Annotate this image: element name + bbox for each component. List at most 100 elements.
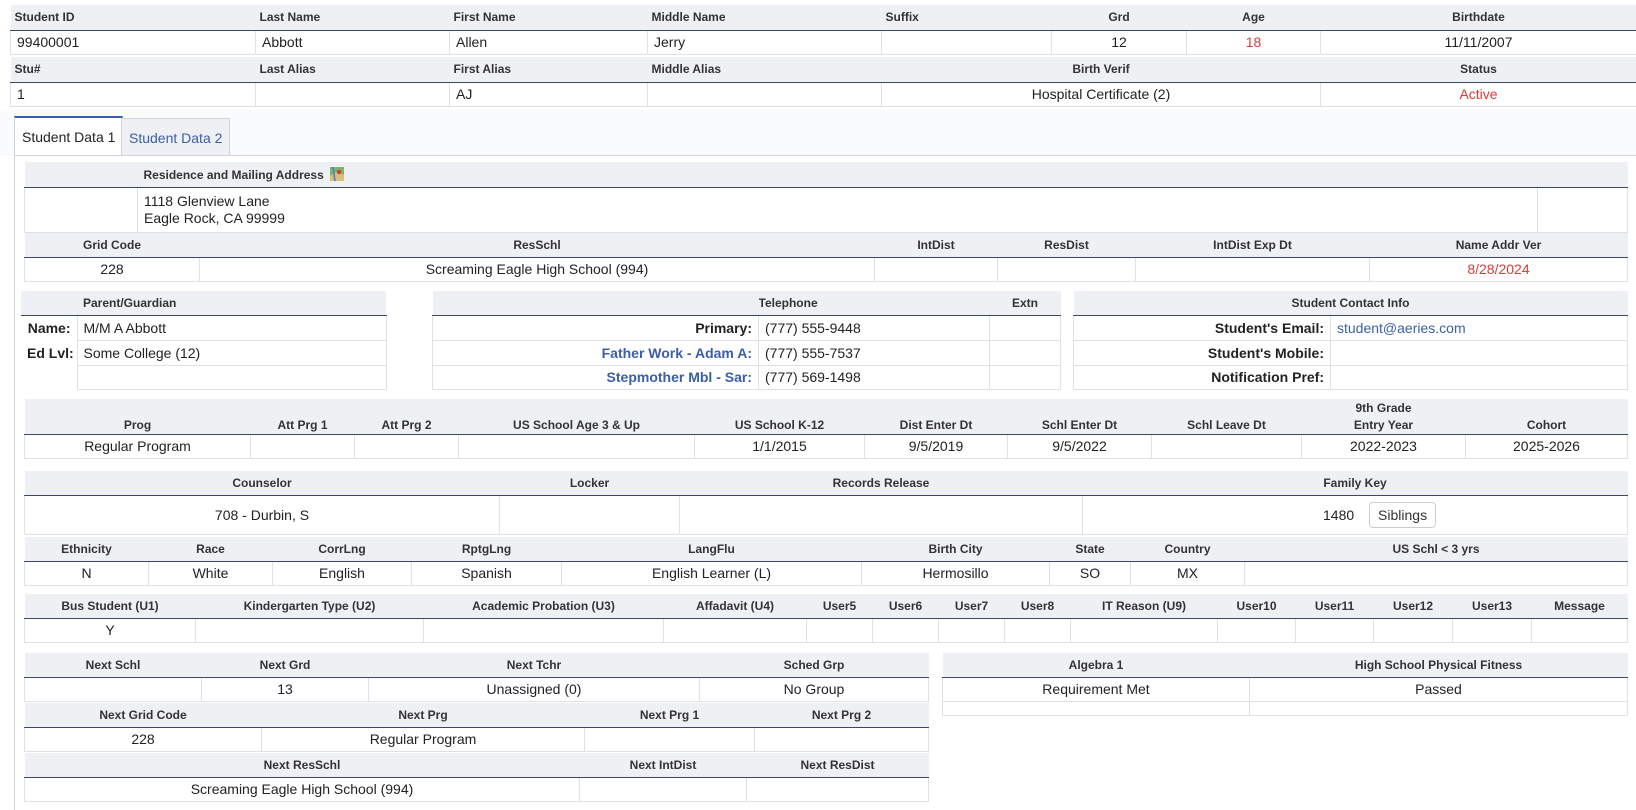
contact-table: Student Contact Info Student's Email: st… [1073,291,1629,390]
us-schl-less-3-yrs-label: US Schl < 3 yrs [1244,537,1628,562]
kindergarten-type-value [195,617,424,643]
age-value: 18 [1186,29,1321,55]
algebra-1-value: Requirement Met [942,676,1250,702]
suffix-label: Suffix [881,5,1052,31]
address-line-1: 1118 Glenview Lane [144,192,270,209]
locker-label: Locker [499,471,680,496]
us-school-k12-label: US School K-12 [694,416,865,435]
resdist-value [997,256,1136,282]
user10-value [1217,617,1296,643]
phone-father-work-number: (777) 555-7537 [758,339,990,366]
next-schl-value [24,676,202,702]
next-prg-2-value [754,726,929,752]
resschl-label: ResSchl [199,233,875,258]
it-reason-value [1070,617,1218,643]
student-alias-table: Stu# Last Alias First Alias Middle Alias… [10,57,1636,107]
address-table: Residence and Mailing Address 1118 Glenv… [24,162,1628,233]
affadavit-label: Affadavit (U4) [663,594,807,619]
student-id-label: Student ID [10,5,256,31]
next-tchr-label: Next Tchr [368,653,700,678]
mobile-value [1329,339,1629,366]
status-value: Active [1320,81,1636,107]
siblings-button[interactable]: Siblings [1369,501,1437,528]
dist-enter-dt-label: Dist Enter Dt [864,416,1008,435]
next-schl-label: Next Schl [24,653,202,678]
user5-value [806,617,873,643]
state-label: State [1049,537,1131,562]
age-label: Age [1186,5,1321,31]
map-icon[interactable] [330,166,345,181]
user11-label: User11 [1295,594,1374,619]
email-value[interactable]: student@aeries.com [1329,314,1629,341]
program-table: 9th Grade Prog Att Prg 1 Att Prg 2 US Sc… [24,399,1628,459]
bus-student-value: Y [24,617,196,643]
next-intdist-value [579,776,747,802]
entry-year-value: 2022-2023 [1301,433,1466,459]
grid-code-label: Grid Code [24,233,200,258]
next-prg-1-label: Next Prg 1 [584,703,755,728]
us-schl-less-3-yrs-value [1244,560,1628,586]
corrlng-value: English [272,560,412,586]
stu-num-label: Stu# [10,57,256,83]
user6-value [872,617,939,643]
att-prg-1-value [250,433,355,459]
last-name-value: Abbott [255,29,450,55]
next-resdist-label: Next ResDist [746,753,929,778]
tab-student-data-1[interactable]: Student Data 1 [14,116,124,156]
address-title: Residence and Mailing Address [143,167,324,182]
ninth-grade-label: 9th Grade [1301,399,1466,416]
us-school-k12-value: 1/1/2015 [694,433,865,459]
next-prg-2-label: Next Prg 2 [754,703,929,728]
parent-guardian-title: Parent/Guardian [77,291,386,316]
locker-value [499,494,680,535]
address-title-cell: Residence and Mailing Address [137,162,1538,188]
langflu-label: LangFlu [561,537,862,562]
telephone-table: Telephone Extn Primary: (777) 555-9448 F… [432,291,1061,390]
schl-leave-dt-value [1151,433,1302,459]
birth-city-label: Birth City [861,537,1050,562]
next-program-table: Next Grid Code Next Prg Next Prg 1 Next … [24,703,929,752]
phone-stepmother-label[interactable]: Stepmother Mbl - Sar: [432,364,759,390]
middle-alias-value [647,81,882,107]
ethnicity-value: N [24,560,149,586]
requirements-table: Algebra 1 High School Physical Fitness R… [942,653,1628,716]
country-label: Country [1130,537,1245,562]
grade-value: 12 [1051,29,1187,55]
user11-value [1295,617,1374,643]
message-value [1531,617,1628,643]
intdist-value [874,256,998,282]
next-prg-value: Regular Program [261,726,585,752]
academic-probation-value [423,617,664,643]
email-label: Student's Email: [1073,314,1331,341]
user12-label: User12 [1373,594,1453,619]
last-alias-value [255,81,450,107]
grid-code-table: Grid Code ResSchl IntDist ResDist IntDis… [24,233,1628,282]
address-line-2: Eagle Rock, CA 99999 [144,209,285,226]
grid-code-value: 228 [24,256,200,282]
first-name-label: First Name [449,5,648,31]
last-name-label: Last Name [255,5,450,31]
resdist-label: ResDist [997,233,1136,258]
parent-guardian-table: Parent/Guardian Name: M/M A Abbott Ed Lv… [21,291,387,390]
next-grid-code-value: 228 [24,726,262,752]
tab-student-data-2[interactable]: Student Data 2 [121,118,231,156]
phone-primary-label: Primary: [432,314,759,341]
intdist-exp-dt-label: IntDist Exp Dt [1135,233,1370,258]
prog-value: Regular Program [24,433,251,459]
us-school-age-label: US School Age 3 & Up [458,416,695,435]
user7-value [938,617,1005,643]
phone-stepmother-number: (777) 569-1498 [758,364,990,390]
phone-father-work-label[interactable]: Father Work - Adam A: [432,339,759,366]
name-addr-ver-label: Name Addr Ver [1369,233,1628,258]
records-release-label: Records Release [679,471,1083,496]
next-resdist-value [746,776,929,802]
family-key-label: Family Key [1082,471,1628,496]
user12-value [1373,617,1453,643]
intdist-exp-dt-value [1135,256,1370,282]
first-alias-value: AJ [449,81,648,107]
kindergarten-type-label: Kindergarten Type (U2) [195,594,424,619]
next-tchr-value: Unassigned (0) [368,676,700,702]
cohort-label: Cohort [1465,416,1628,435]
country-value: MX [1130,560,1245,586]
dist-enter-dt-value: 9/5/2019 [864,433,1008,459]
